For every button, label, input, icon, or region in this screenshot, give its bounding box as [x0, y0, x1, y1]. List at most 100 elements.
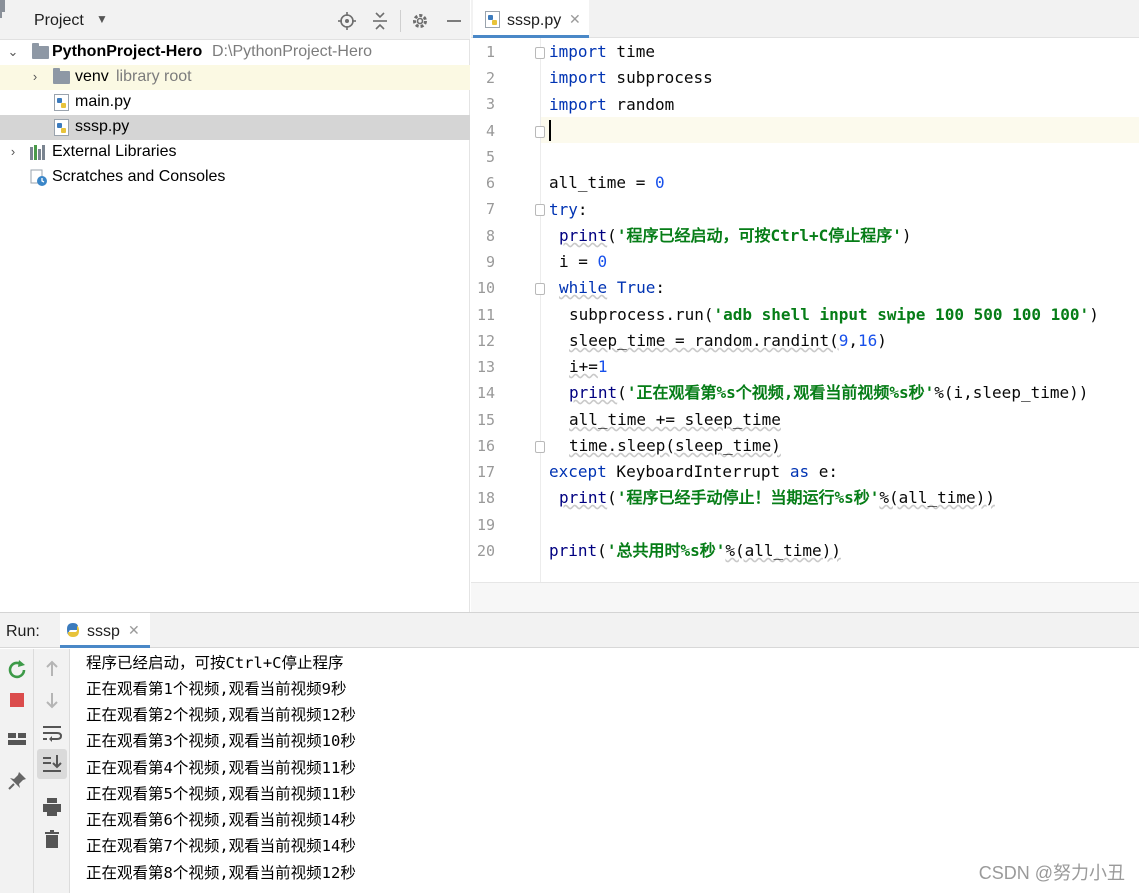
project-title[interactable]: Project — [34, 12, 84, 30]
line-number: 9 — [485, 253, 495, 271]
layout-icon[interactable] — [5, 727, 29, 751]
project-header: Project ▼ — [0, 0, 470, 40]
code-line[interactable]: except KeyboardInterrupt as e: — [549, 459, 838, 485]
line-number: 18 — [476, 489, 495, 507]
fold-marker-icon[interactable] — [535, 283, 545, 295]
project-tool-window: Project ▼ ⌄ PythonProject-Hero D:\Python… — [0, 0, 470, 612]
text-caret — [549, 120, 551, 141]
print-icon[interactable] — [40, 795, 64, 819]
fold-marker-icon[interactable] — [535, 47, 545, 59]
line-number: 12 — [476, 332, 495, 350]
stop-icon[interactable] — [5, 688, 29, 712]
code-line[interactable]: while True: — [559, 275, 665, 301]
scroll-to-end-icon — [43, 755, 62, 772]
rerun-icon[interactable] — [5, 657, 29, 681]
python-icon — [67, 623, 79, 637]
locate-icon[interactable] — [338, 12, 356, 30]
code-line[interactable]: print('程序已经启动，可按Ctrl+C停止程序') — [559, 223, 912, 249]
line-number: 20 — [476, 542, 495, 560]
chevron-down-icon[interactable]: ▼ — [96, 12, 108, 26]
line-number: 14 — [476, 384, 495, 402]
scratches-icon — [30, 169, 47, 186]
pin-icon[interactable] — [5, 769, 29, 793]
tab-label: sssp.py — [507, 12, 562, 29]
line-number: 17 — [476, 463, 495, 481]
watermark: CSDN @努力小丑 — [978, 863, 1125, 883]
line-number: 3 — [485, 95, 495, 113]
console-line: 正在观看第8个视频,观看当前视频12秒 — [86, 864, 356, 882]
code-line[interactable]: print('总共用时%s秒'%(all_time)) — [549, 538, 841, 564]
venv-label: venv — [75, 68, 109, 85]
fold-marker-icon[interactable] — [535, 441, 545, 453]
python-file-icon — [485, 11, 500, 28]
python-file-icon — [54, 94, 69, 111]
code-line[interactable]: i = 0 — [559, 249, 607, 275]
line-number: 2 — [485, 69, 495, 87]
console-line: 正在观看第3个视频,观看当前视频10秒 — [86, 732, 356, 750]
project-view-icon — [0, 0, 2, 18]
chevron-down-icon[interactable]: ⌄ — [6, 44, 20, 60]
tree-item-project-root[interactable]: ⌄ PythonProject-Hero D:\PythonProject-He… — [0, 40, 470, 65]
console-output[interactable]: 程序已经启动，可按Ctrl+C停止程序 正在观看第1个视频,观看当前视频9秒 正… — [86, 649, 1126, 893]
run-toolbar-primary — [0, 649, 34, 893]
line-number: 16 — [476, 437, 495, 455]
line-number: 11 — [476, 306, 495, 324]
code-line[interactable]: print('正在观看第%s个视频,观看当前视频%s秒'%(i,sleep_ti… — [569, 380, 1088, 406]
tree-item-scratches[interactable]: Scratches and Consoles — [0, 165, 470, 190]
tab-sssp-py[interactable]: sssp.py ✕ — [473, 0, 589, 38]
close-icon[interactable]: ✕ — [128, 622, 140, 639]
code-line[interactable]: import time — [549, 39, 655, 65]
python-file-icon — [54, 119, 69, 136]
venv-library-root: library root — [116, 68, 192, 85]
editor: sssp.py ✕ 1 2 3 4 5 6 7 8 9 10 11 12 13 … — [471, 0, 1139, 612]
run-label: Run: — [6, 623, 40, 640]
trash-icon[interactable] — [40, 827, 64, 851]
console-line: 程序已经启动，可按Ctrl+C停止程序 — [86, 654, 344, 672]
tree-item-main-py[interactable]: main.py — [0, 90, 470, 115]
run-header: Run: sssp ✕ — [0, 613, 1139, 648]
minimize-icon[interactable] — [445, 12, 463, 30]
run-tool-window: Run: sssp ✕ 程序已经启动，可按Ctrl+C停止程序 正在观看第1个视… — [0, 612, 1139, 893]
arrow-down-icon[interactable] — [40, 688, 64, 712]
code-line[interactable]: i+=1 — [569, 354, 608, 380]
code-line[interactable]: import random — [549, 92, 674, 118]
tree-item-sssp-py[interactable]: sssp.py — [0, 115, 470, 140]
arrow-up-icon[interactable] — [40, 657, 64, 681]
code-line[interactable]: try: — [549, 197, 588, 223]
console-line: 正在观看第7个视频,观看当前视频14秒 — [86, 837, 356, 855]
code-line[interactable]: sleep_time = random.randint(9,16) — [569, 328, 887, 354]
line-number: 6 — [485, 174, 495, 192]
editor-bottom-strip — [471, 582, 1139, 612]
run-tab-label: sssp — [87, 623, 120, 640]
run-tab-sssp[interactable]: sssp ✕ — [60, 613, 150, 648]
scroll-to-end-button[interactable] — [37, 749, 67, 779]
code-line[interactable]: time.sleep(sleep_time) — [569, 433, 781, 459]
run-toolbar-secondary — [34, 649, 70, 893]
console-line: 正在观看第1个视频,观看当前视频9秒 — [86, 680, 347, 698]
tree-item-venv[interactable]: › venv library root — [0, 65, 470, 90]
chevron-right-icon[interactable]: › — [6, 144, 20, 159]
fold-marker-icon[interactable] — [535, 126, 545, 138]
scratches-label: Scratches and Consoles — [52, 168, 226, 185]
code-line[interactable]: all_time += sleep_time — [569, 407, 781, 433]
project-root-path: D:\PythonProject-Hero — [212, 43, 373, 60]
code-line[interactable]: print('程序已经手动停止！当期运行%s秒'%(all_time)) — [559, 485, 995, 511]
file-label: main.py — [75, 93, 132, 110]
console-line: 正在观看第4个视频,观看当前视频11秒 — [86, 759, 356, 777]
collapse-all-icon[interactable] — [371, 12, 389, 30]
line-number-gutter: 1 2 3 4 5 6 7 8 9 10 11 12 13 14 15 16 1… — [471, 38, 545, 582]
line-number: 7 — [485, 200, 495, 218]
close-icon[interactable]: ✕ — [569, 11, 581, 28]
project-root-name: PythonProject-Hero — [52, 43, 203, 60]
external-libraries-label: External Libraries — [52, 143, 177, 160]
editor-tab-bar: sssp.py ✕ — [471, 0, 1139, 38]
code-line[interactable]: subprocess.run('adb shell input swipe 10… — [569, 302, 1099, 328]
tree-item-external-libraries[interactable]: › External Libraries — [0, 140, 470, 165]
chevron-right-icon[interactable]: › — [28, 69, 42, 84]
line-number: 8 — [485, 227, 495, 245]
soft-wrap-icon[interactable] — [40, 721, 64, 745]
code-line[interactable]: import subprocess — [549, 65, 713, 91]
code-line[interactable]: all_time = 0 — [549, 170, 665, 196]
fold-marker-icon[interactable] — [535, 204, 545, 216]
gear-icon[interactable] — [411, 12, 429, 30]
